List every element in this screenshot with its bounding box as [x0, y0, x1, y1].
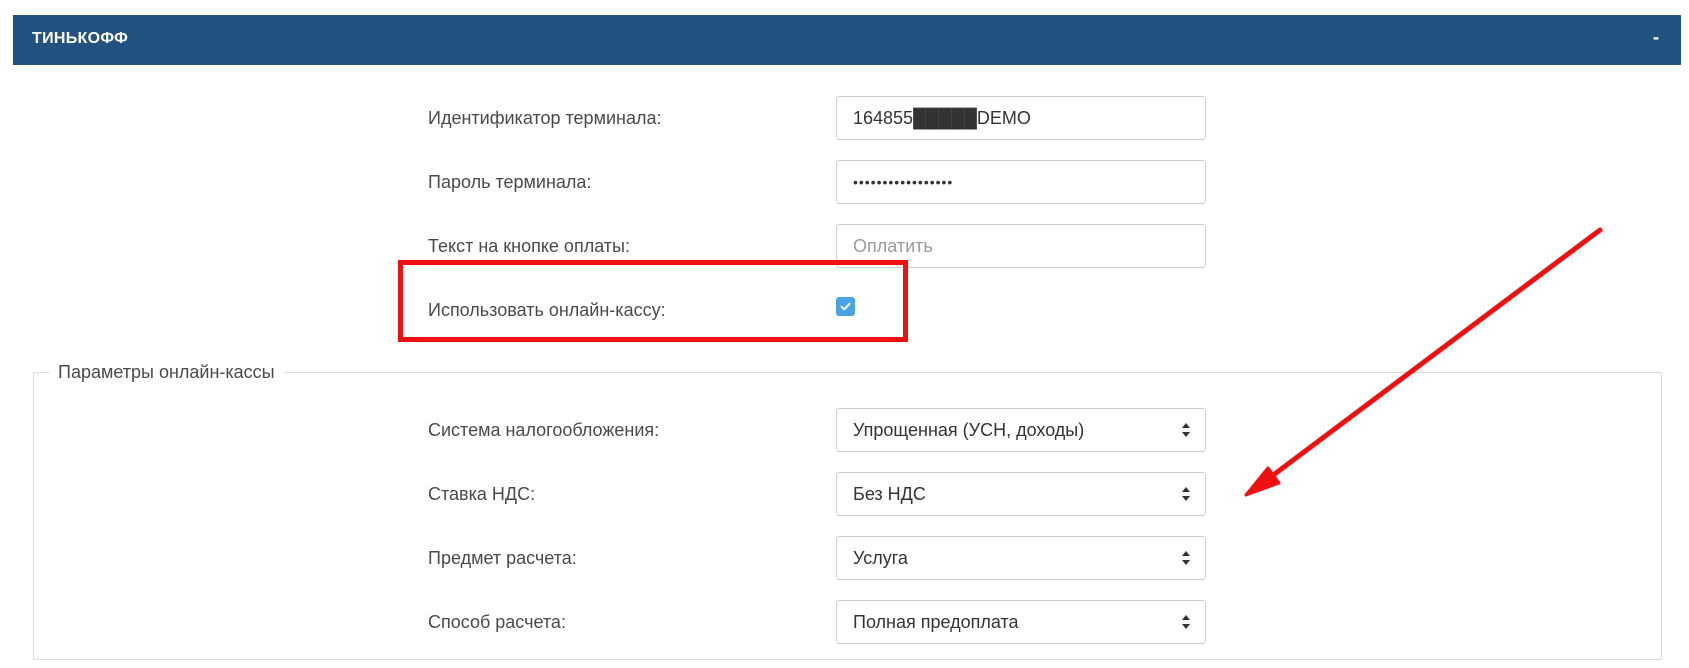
payment-subject-select[interactable]: Услуга [836, 536, 1206, 580]
tax-system-value: Упрощенная (УСН, доходы) [853, 420, 1085, 440]
panel-header: ТИНЬКОФФ - [13, 15, 1681, 65]
payment-subject-value: Услуга [853, 548, 908, 568]
tax-system-label: Система налогообложения: [428, 420, 660, 440]
payment-method-label: Способ расчета: [428, 612, 566, 632]
up-down-caret-icon [1182, 423, 1190, 437]
panel-title: ТИНЬКОФФ [32, 30, 129, 47]
vat-rate-select[interactable]: Без НДС [836, 472, 1206, 516]
terminal-password-input[interactable]: ••••••••••••••••• [836, 160, 1206, 204]
up-down-caret-icon [1182, 551, 1190, 565]
online-kassa-checkbox[interactable] [836, 297, 855, 316]
payment-subject-label: Предмет расчета: [428, 548, 577, 568]
terminal-id-label: Идентификатор терминала: [428, 108, 662, 128]
up-down-caret-icon [1182, 615, 1190, 629]
terminal-password-label: Пароль терминала: [428, 172, 592, 192]
vat-rate-value: Без НДС [853, 484, 926, 504]
pay-button-text-label: Текст на кнопке оплаты: [428, 236, 630, 256]
terminal-id-input[interactable]: 164855█████DEMO [836, 96, 1206, 140]
tax-system-select[interactable]: Упрощенная (УСН, доходы) [836, 408, 1206, 452]
online-kassa-label: Использовать онлайн-кассу: [428, 300, 666, 320]
checkmark-icon [840, 302, 851, 311]
up-down-caret-icon [1182, 487, 1190, 501]
vat-rate-label: Ставка НДС: [428, 484, 536, 504]
payment-method-value: Полная предоплата [853, 612, 1019, 632]
collapse-toggle[interactable]: - [1647, 27, 1665, 48]
pay-button-text-input[interactable]: Оплатить [836, 224, 1206, 268]
payment-method-select[interactable]: Полная предоплата [836, 600, 1206, 644]
kassa-params-legend: Параметры онлайн-кассы [50, 362, 283, 383]
